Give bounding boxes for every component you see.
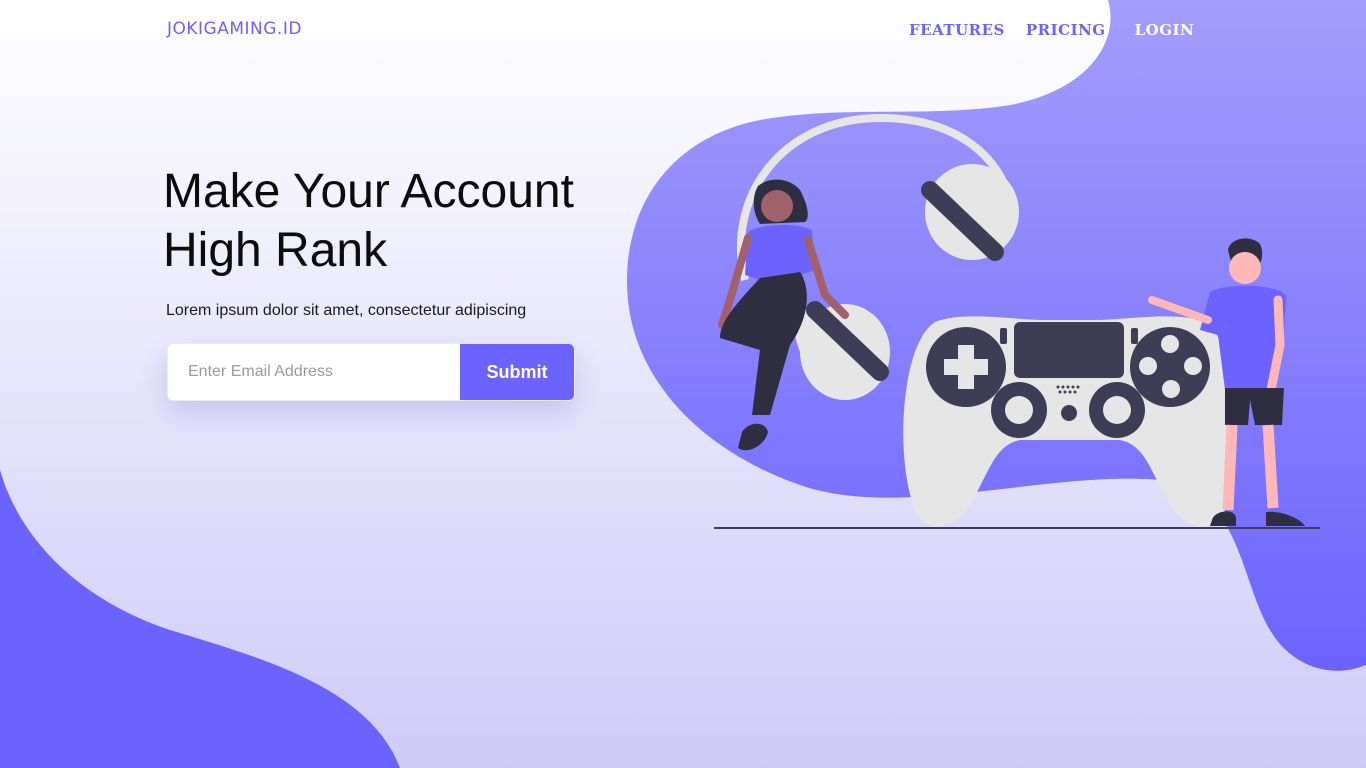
hero-subtitle: Lorem ipsum dolor sit amet, consectetur … xyxy=(166,302,527,319)
top-nav: FEATURES PRICING LOGIN xyxy=(909,21,1215,39)
gaming-illustration xyxy=(714,113,1320,529)
nav-link-features[interactable]: FEATURES xyxy=(909,21,1005,39)
hero-title: Make Your Account High Rank xyxy=(163,165,574,277)
email-signup-form: Submit xyxy=(167,343,575,401)
game-controller-icon xyxy=(903,316,1237,527)
nav-link-login[interactable]: LOGIN xyxy=(1135,21,1195,39)
site-logo[interactable]: JOKIGAMING.ID xyxy=(167,19,302,39)
nav-link-pricing[interactable]: PRICING xyxy=(1026,21,1106,39)
bottom-left-blob xyxy=(0,470,400,768)
email-input[interactable] xyxy=(168,344,460,400)
submit-button[interactable]: Submit xyxy=(460,344,574,400)
